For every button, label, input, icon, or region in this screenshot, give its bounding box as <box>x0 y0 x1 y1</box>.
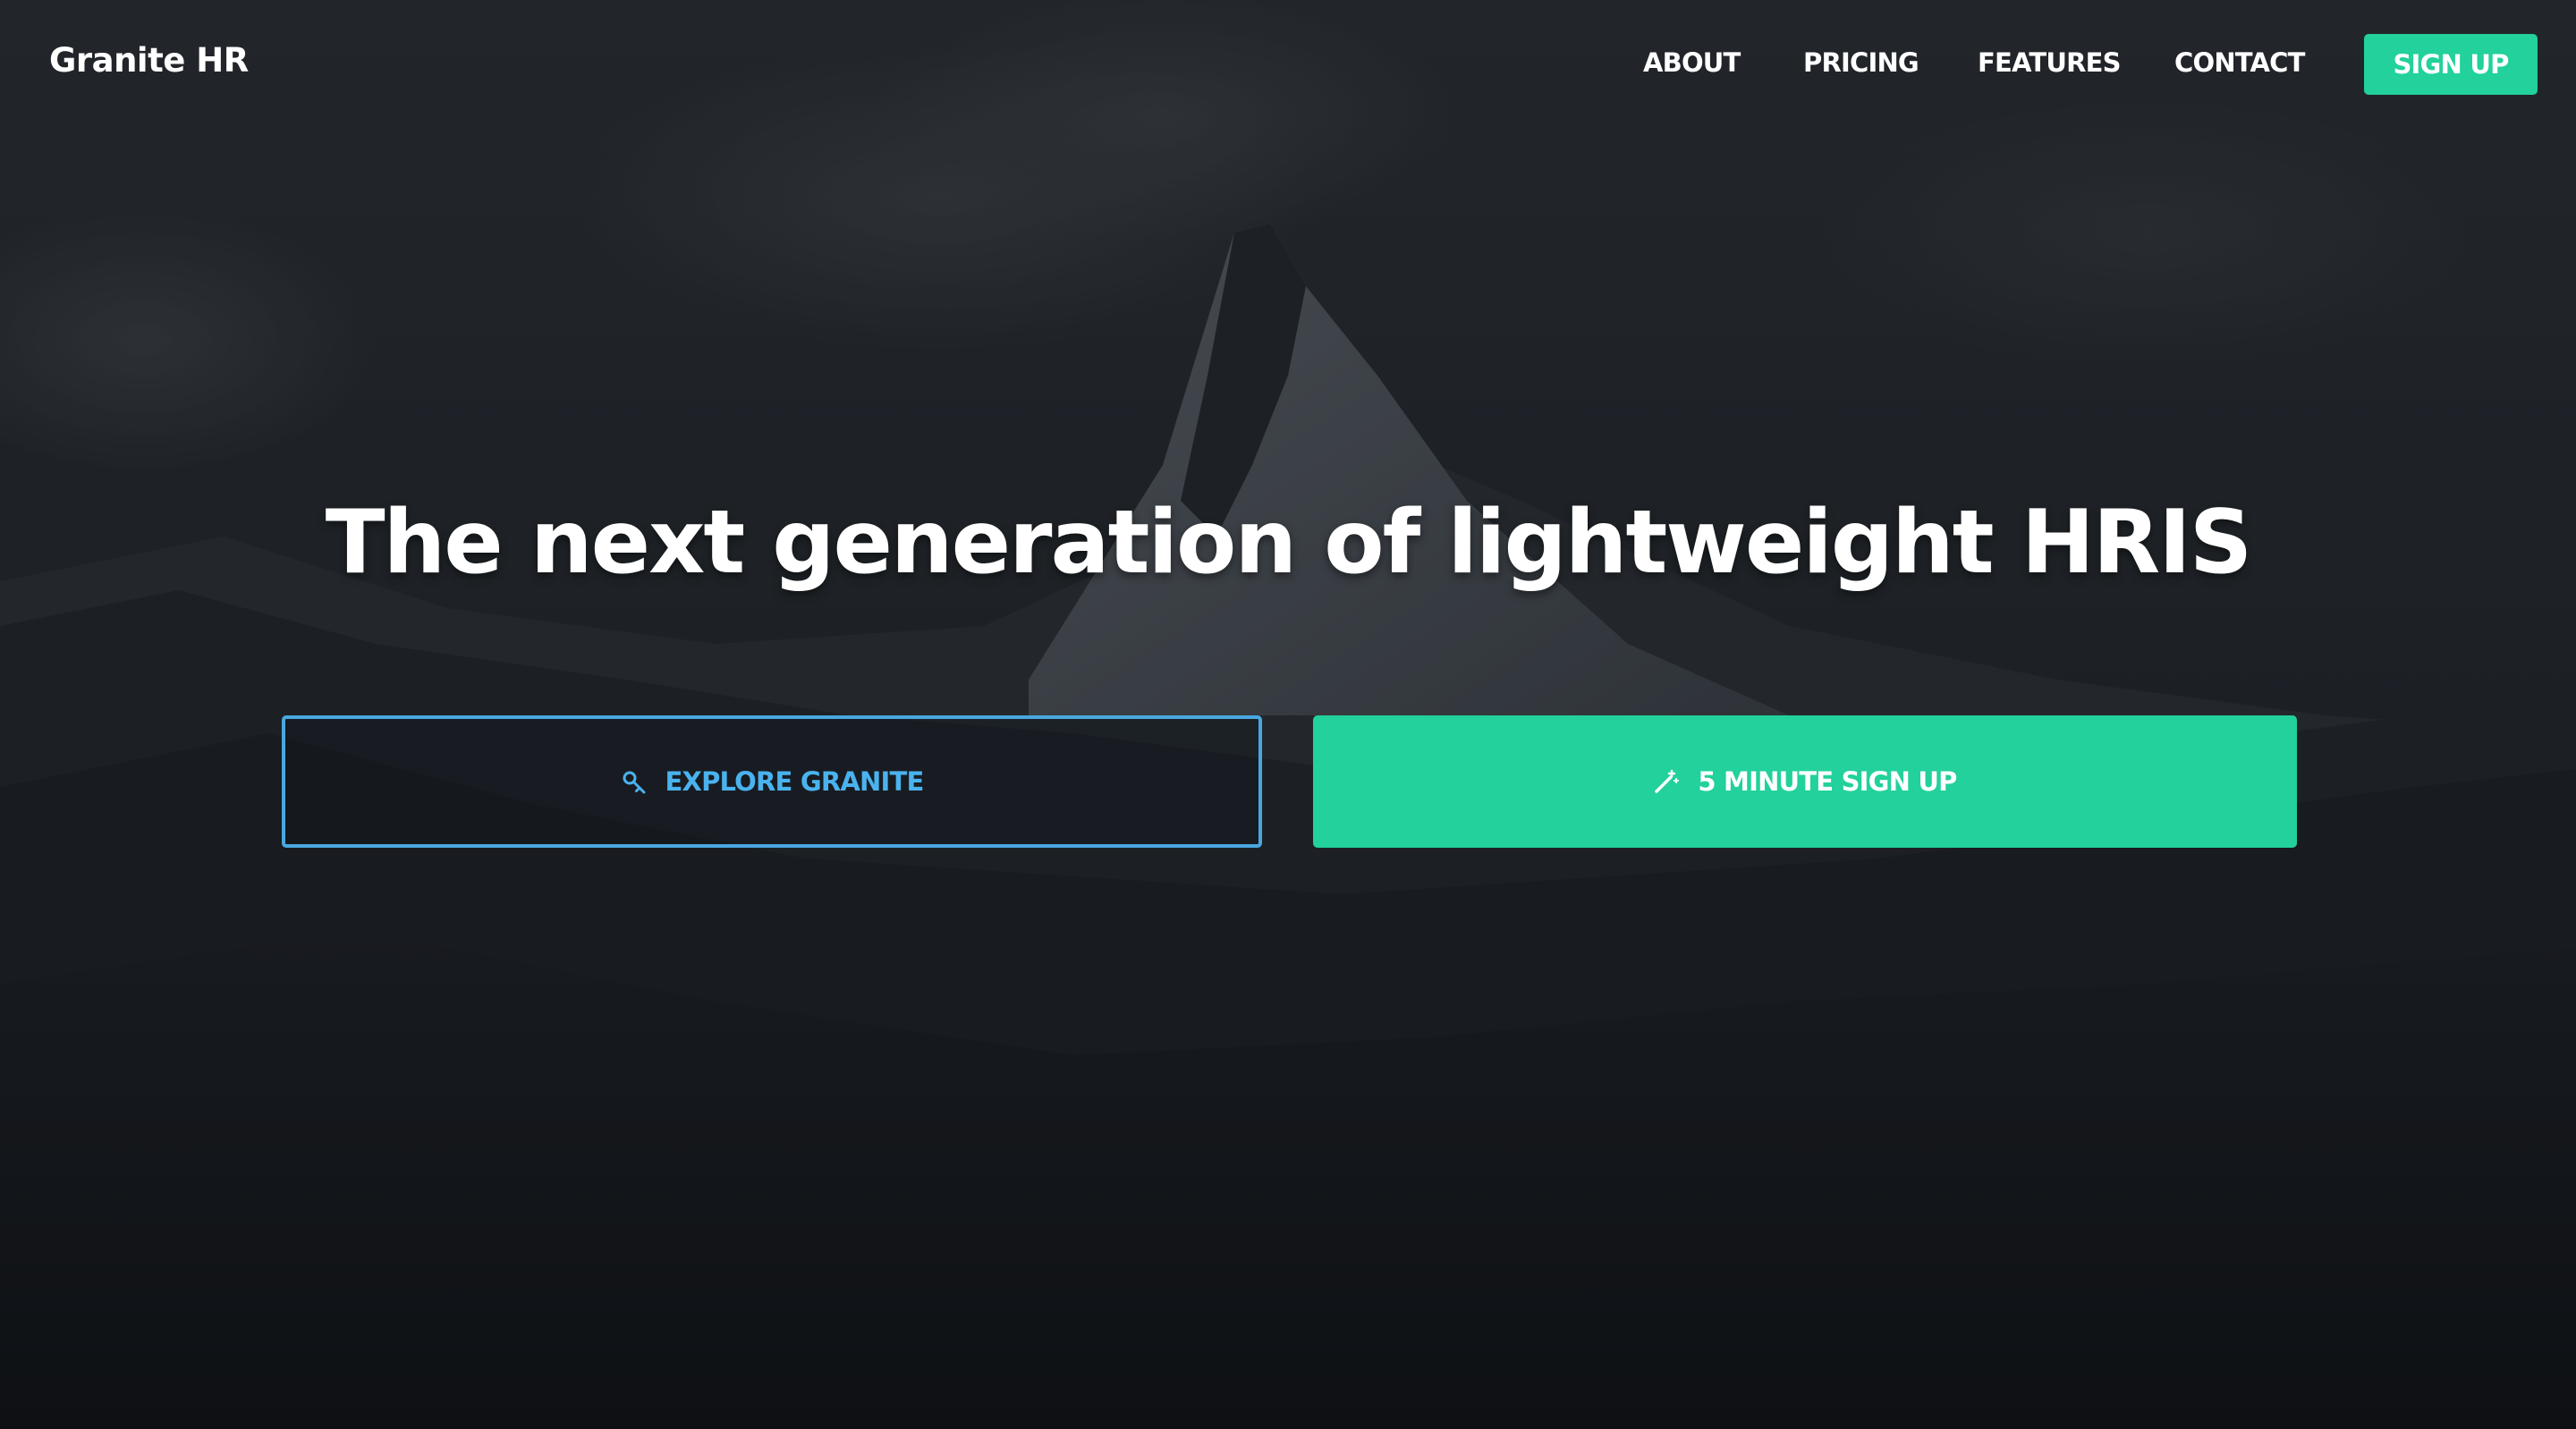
mountain-background-image <box>0 0 2576 1429</box>
hero-section: Granite HR ABOUT PRICING FEATURES CONTAC… <box>0 0 2576 1429</box>
magic-wand-icon <box>1653 768 1680 795</box>
five-minute-signup-button[interactable]: 5 MINUTE SIGN UP <box>1313 715 2297 848</box>
key-icon <box>621 768 648 795</box>
nav-link-about[interactable]: ABOUT <box>1643 47 1741 78</box>
five-minute-signup-label: 5 MINUTE SIGN UP <box>1698 766 1957 797</box>
nav-signup-button[interactable]: SIGN UP <box>2364 34 2538 95</box>
nav-link-contact[interactable]: CONTACT <box>2174 47 2305 78</box>
top-navbar: Granite HR ABOUT PRICING FEATURES CONTAC… <box>0 0 2576 129</box>
nav-link-features[interactable]: FEATURES <box>1978 47 2122 78</box>
hero-headline: The next generation of lightweight HRIS <box>325 492 2253 594</box>
brand-logo[interactable]: Granite HR <box>49 41 249 80</box>
explore-granite-button[interactable]: EXPLORE GRANITE <box>282 715 1262 848</box>
nav-link-pricing[interactable]: PRICING <box>1803 47 1919 78</box>
explore-granite-label: EXPLORE GRANITE <box>665 766 925 797</box>
